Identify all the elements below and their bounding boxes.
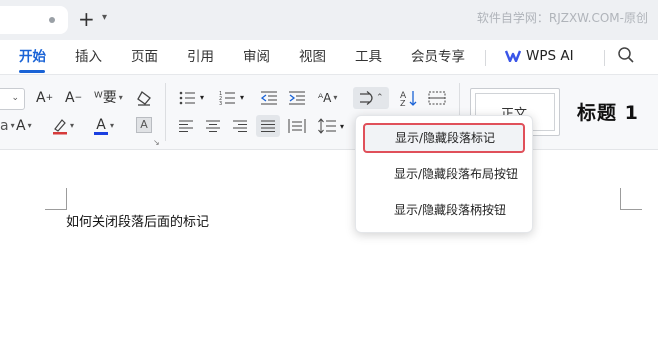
sort-icon[interactable]: AZ xyxy=(400,89,418,107)
tab-tools[interactable]: 工具 xyxy=(355,48,382,66)
justify-button[interactable] xyxy=(256,115,280,137)
watermark-text: 软件自学网：RJZXW.COM-原创 xyxy=(476,11,648,25)
document-tab[interactable] xyxy=(0,6,68,34)
document-page[interactable] xyxy=(0,151,658,340)
align-right-icon[interactable] xyxy=(233,120,247,132)
new-tab-dropdown-icon[interactable]: ▾ xyxy=(102,12,107,23)
wps-ai-logo-icon xyxy=(505,50,521,62)
style-heading-1[interactable]: 标题 1 xyxy=(577,98,639,125)
paragraph-mark-toggle-icon xyxy=(360,91,373,105)
phonetic-guide-button[interactable]: ᵂ 要 ▾ xyxy=(94,88,123,108)
highlight-button[interactable]: ▾ xyxy=(52,116,74,136)
menu-divider-2 xyxy=(604,50,605,66)
chevron-down-icon[interactable]: ▾ xyxy=(340,122,344,131)
wps-ai-label: WPS AI xyxy=(526,48,574,64)
grow-font-button[interactable]: A + xyxy=(36,88,53,108)
tab-member[interactable]: 会员专享 xyxy=(411,48,465,66)
active-tab-indicator xyxy=(19,70,45,73)
tab-home[interactable]: 开始 xyxy=(19,48,46,66)
tab-view[interactable]: 视图 xyxy=(299,48,326,66)
margin-corner-mark xyxy=(620,188,642,210)
text-outline-button[interactable]: A ▾ xyxy=(16,116,32,136)
menu-item-toggle-paragraph-layout-button[interactable]: 显示/隐藏段落布局按钮 xyxy=(356,159,534,189)
font-size-select[interactable]: ⌄ xyxy=(0,88,25,110)
paragraph-marks-button[interactable]: ⌃ xyxy=(353,87,389,109)
clear-format-icon[interactable] xyxy=(136,90,152,106)
svg-text:Z: Z xyxy=(400,99,406,107)
menu-divider xyxy=(485,50,486,66)
font-dialog-launcher-icon[interactable]: ↘ xyxy=(153,138,160,147)
decrease-indent-icon[interactable] xyxy=(261,91,277,105)
tab-review[interactable]: 审阅 xyxy=(243,48,270,66)
tab-insert[interactable]: 插入 xyxy=(75,48,102,66)
chevron-down-icon[interactable]: ▾ xyxy=(200,93,204,102)
show-hide-table-gridlines-icon[interactable] xyxy=(428,91,446,105)
chevron-down-icon[interactable]: ▾ xyxy=(240,93,244,102)
title-bar: + ▾ 软件自学网：RJZXW.COM-原创 xyxy=(0,0,658,40)
tab-references[interactable]: 引用 xyxy=(187,48,214,66)
line-spacing-icon[interactable] xyxy=(318,118,336,134)
margin-corner-mark xyxy=(45,188,67,210)
ribbon-divider xyxy=(165,83,166,141)
increase-indent-icon[interactable] xyxy=(289,91,305,105)
search-icon[interactable] xyxy=(617,46,635,64)
menu-bar: 开始 插入 页面 引用 审阅 视图 工具 会员专享 WPS AI xyxy=(0,40,658,74)
menu-item-toggle-paragraph-marks[interactable]: 显示/隐藏段落标记 xyxy=(363,123,525,153)
align-center-icon[interactable] xyxy=(206,120,220,132)
wps-ai-button[interactable]: WPS AI xyxy=(505,48,574,64)
align-left-icon[interactable] xyxy=(179,120,193,132)
text-effect-button[interactable]: a ▾ xyxy=(0,116,15,136)
paragraph-marks-dropdown: 显示/隐藏段落标记 显示/隐藏段落布局按钮 显示/隐藏段落柄按钮 xyxy=(355,115,533,233)
distributed-align-icon[interactable] xyxy=(288,119,306,133)
font-color-button[interactable]: A ▾ xyxy=(94,116,114,136)
change-case-button[interactable]: ᴬA ▾ xyxy=(318,88,337,108)
align-justify-icon xyxy=(261,120,275,132)
highlighter-icon xyxy=(53,119,67,135)
chevron-down-icon: ⌄ xyxy=(11,93,19,103)
menu-item-toggle-paragraph-handle-button[interactable]: 显示/隐藏段落柄按钮 xyxy=(356,195,534,225)
svg-text:3: 3 xyxy=(219,101,222,105)
unsaved-dot-icon xyxy=(49,17,55,23)
tab-page[interactable]: 页面 xyxy=(131,48,158,66)
document-paragraph[interactable]: 如何关闭段落后面的标记 xyxy=(66,211,209,230)
bullet-list-icon[interactable] xyxy=(179,91,197,105)
shrink-font-button[interactable]: A − xyxy=(65,88,82,108)
character-shading-button[interactable]: A xyxy=(136,117,152,133)
numbered-list-icon[interactable]: 123 xyxy=(219,91,237,105)
new-tab-button[interactable]: + xyxy=(78,8,95,30)
